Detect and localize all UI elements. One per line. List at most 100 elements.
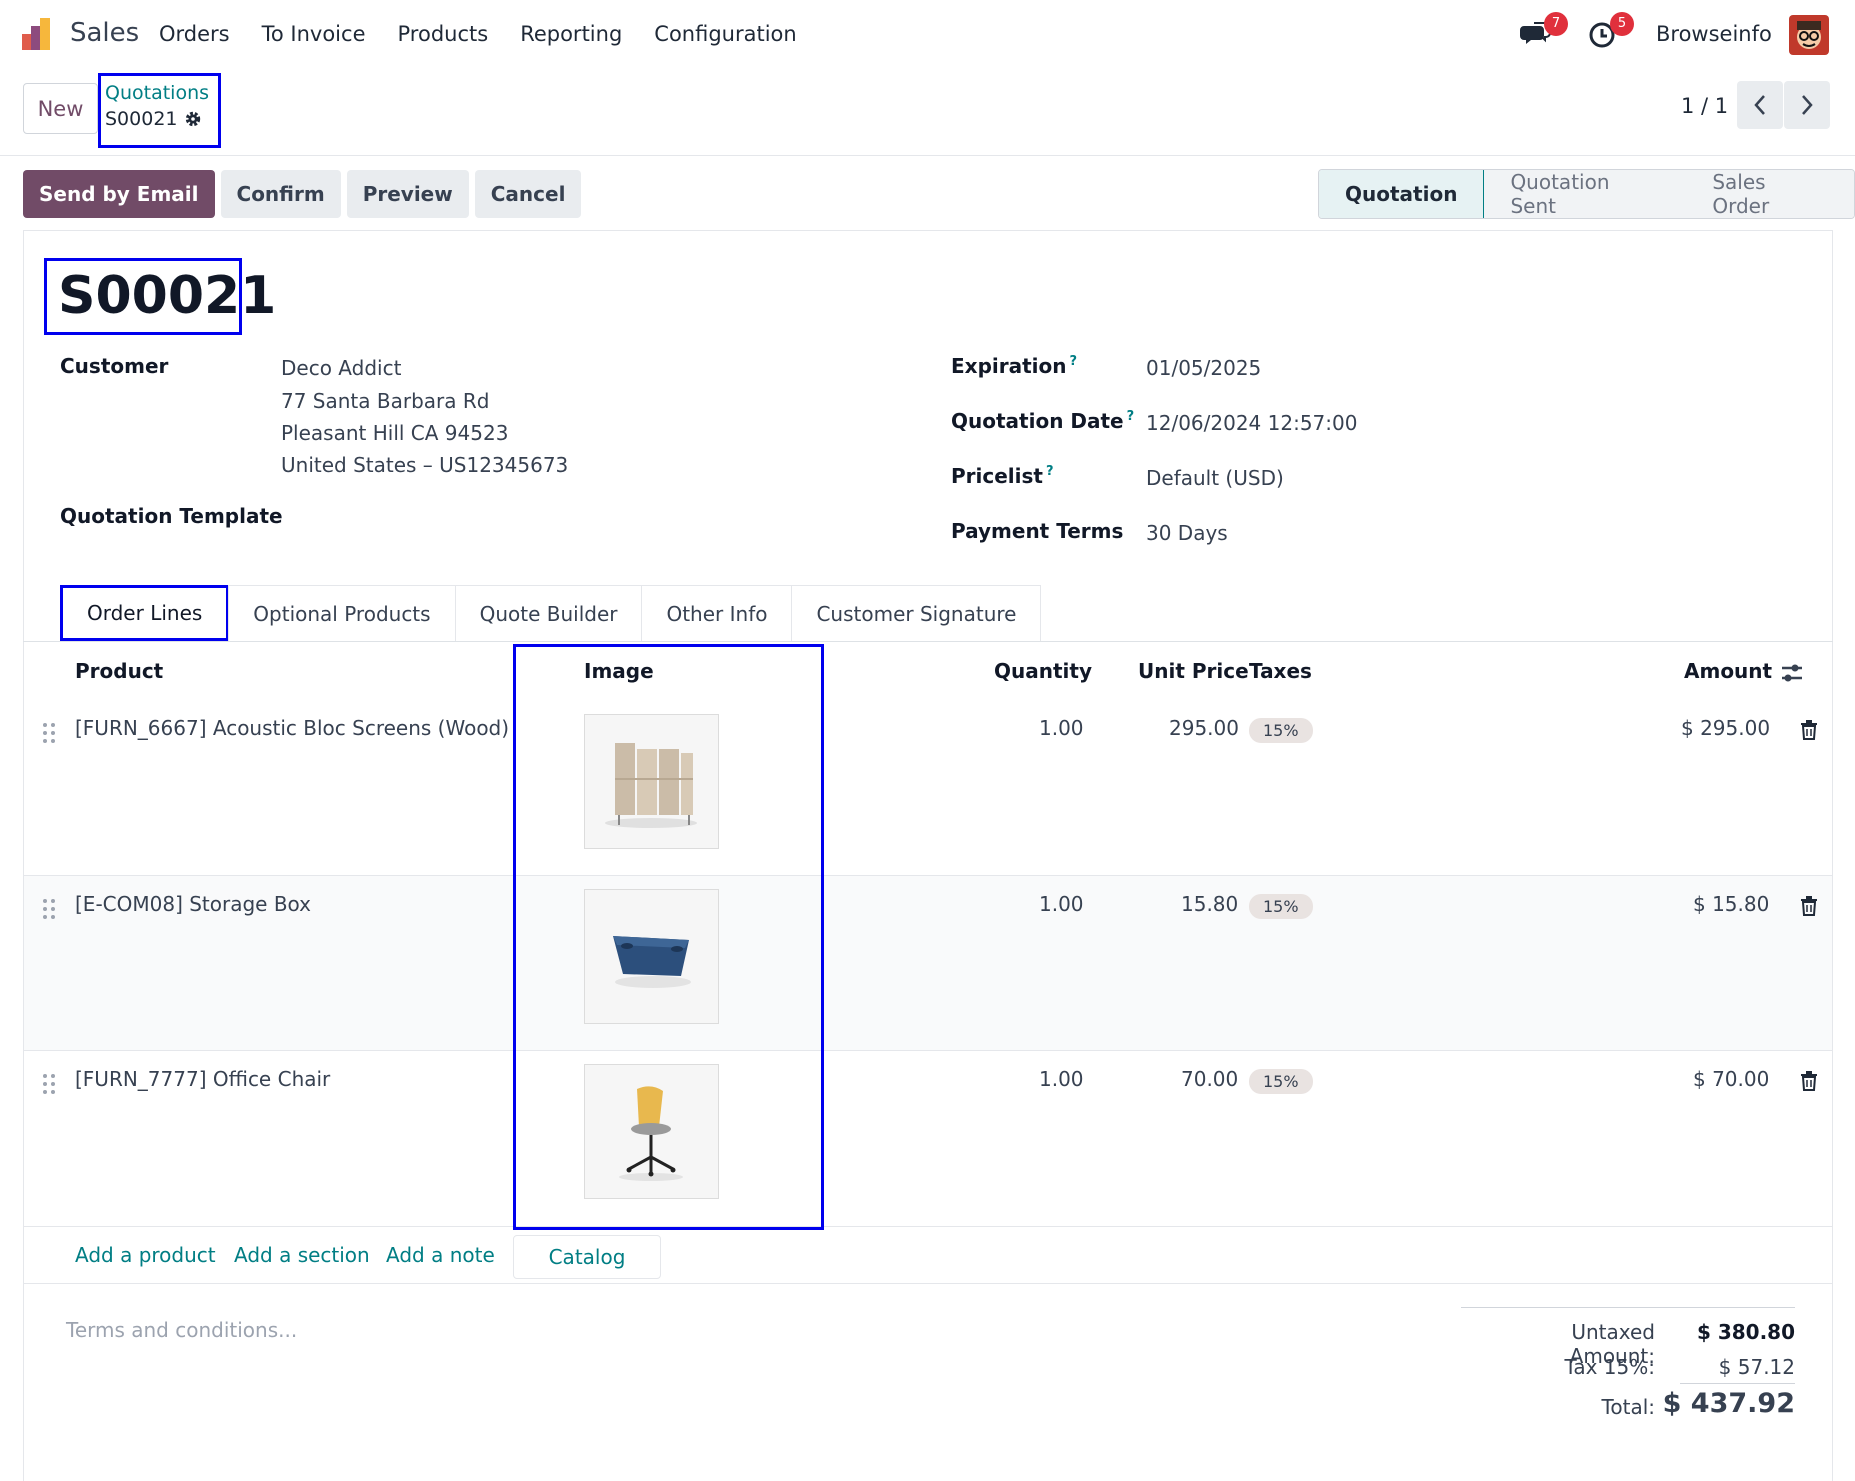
table-row[interactable]: [E-COM08] Storage Box 1.00 15.80 15% $ 1…	[24, 876, 1832, 1051]
preview-button[interactable]: Preview	[346, 170, 469, 218]
table-row[interactable]: [FURN_6667] Acoustic Bloc Screens (Wood)…	[24, 690, 1832, 876]
stage-quotation-sent[interactable]: Quotation Sent	[1484, 170, 1687, 218]
chevron-right-icon	[1802, 95, 1813, 115]
tab-order-lines[interactable]: Order Lines	[60, 585, 230, 641]
order-name: S00021	[58, 266, 277, 326]
messages-badge: 7	[1544, 12, 1568, 36]
pricelist-value[interactable]: Default (USD)	[1146, 466, 1284, 490]
confirm-button[interactable]: Confirm	[220, 170, 341, 218]
drag-handle-icon[interactable]	[42, 1073, 56, 1095]
optional-columns-icon[interactable]	[1780, 662, 1804, 684]
breadcrumb-quotations-link[interactable]: Quotations	[105, 82, 209, 104]
trash-icon[interactable]	[1800, 1071, 1818, 1091]
tab-optional-products[interactable]: Optional Products	[228, 585, 456, 641]
pager-next-button[interactable]	[1784, 81, 1830, 129]
company-switcher[interactable]: Browseinfo	[1656, 22, 1772, 46]
quantity-cell[interactable]: 1.00	[1039, 716, 1084, 740]
tax-badge[interactable]: 15%	[1249, 718, 1313, 743]
unit-price-cell[interactable]: 15.80	[1181, 892, 1238, 916]
customer-label: Customer	[60, 354, 169, 378]
add-section-link[interactable]: Add a section	[234, 1243, 370, 1267]
menu-configuration[interactable]: Configuration	[654, 22, 796, 46]
user-avatar[interactable]	[1789, 15, 1829, 55]
column-amount[interactable]: Amount	[1684, 659, 1772, 683]
tab-quote-builder[interactable]: Quote Builder	[454, 585, 643, 641]
avatar-icon	[1789, 15, 1829, 55]
main-menu: Orders To Invoice Products Reporting Con…	[159, 22, 797, 46]
top-navbar: Sales Orders To Invoice Products Reporti…	[0, 0, 1855, 72]
tax-amount-value: $ 57.12	[1718, 1355, 1795, 1379]
customer-street: 77 Santa Barbara Rd	[281, 389, 490, 413]
unit-price-cell[interactable]: 70.00	[1181, 1067, 1238, 1091]
quotation-template-label: Quotation Template	[60, 504, 283, 528]
product-name[interactable]: [FURN_6667] Acoustic Bloc Screens (Wood)	[75, 716, 509, 740]
quotation-date-help-icon[interactable]: ?	[1127, 409, 1135, 424]
tab-customer-signature[interactable]: Customer Signature	[791, 585, 1042, 641]
trash-icon[interactable]	[1800, 720, 1818, 740]
customer-name[interactable]: Deco Addict	[281, 356, 401, 380]
new-button[interactable]: New	[23, 83, 98, 134]
drag-handle-icon[interactable]	[42, 722, 56, 744]
table-row[interactable]: [FURN_7777] Office Chair 1.00 70.00 15% …	[24, 1051, 1832, 1227]
amount-cell: $ 15.80	[1693, 892, 1770, 916]
add-product-link[interactable]: Add a product	[75, 1243, 216, 1267]
totals-divider	[1461, 1307, 1795, 1308]
quotation-date-value[interactable]: 12/06/2024 12:57:00	[1146, 411, 1357, 435]
trash-icon[interactable]	[1800, 896, 1818, 916]
add-note-link[interactable]: Add a note	[386, 1243, 495, 1267]
total-label: Total:	[1601, 1395, 1655, 1419]
payment-terms-label: Payment Terms	[951, 519, 1124, 543]
app-name[interactable]: Sales	[70, 18, 139, 48]
activities-badge: 5	[1610, 12, 1634, 36]
pager-previous-button[interactable]	[1737, 81, 1783, 129]
payment-terms-value[interactable]: 30 Days	[1146, 521, 1228, 545]
menu-orders[interactable]: Orders	[159, 22, 230, 46]
column-product[interactable]: Product	[75, 659, 163, 683]
column-quantity[interactable]: Quantity	[994, 659, 1092, 683]
drag-handle-icon[interactable]	[42, 898, 56, 920]
pager-value[interactable]: 1 / 1	[1681, 94, 1728, 118]
column-taxes[interactable]: Taxes	[1249, 659, 1312, 683]
stage-quotation[interactable]: Quotation	[1319, 170, 1485, 218]
product-name[interactable]: [FURN_7777] Office Chair	[75, 1067, 330, 1091]
expiration-label: Expiration?	[951, 354, 1077, 378]
terms-conditions-field[interactable]: Terms and conditions...	[66, 1318, 297, 1342]
catalog-button[interactable]: Catalog	[513, 1235, 661, 1279]
unit-price-cell[interactable]: 295.00	[1169, 716, 1239, 740]
amount-cell: $ 70.00	[1693, 1067, 1770, 1091]
cancel-button[interactable]: Cancel	[474, 170, 582, 218]
quantity-cell[interactable]: 1.00	[1039, 1067, 1084, 1091]
control-panel: New Quotations S00021 1 / 1	[0, 72, 1855, 156]
customer-city: Pleasant Hill CA 94523	[281, 421, 509, 445]
expiration-help-icon[interactable]: ?	[1070, 354, 1078, 369]
menu-to-invoice[interactable]: To Invoice	[262, 22, 366, 46]
gear-icon[interactable]	[184, 110, 202, 128]
tab-other-info[interactable]: Other Info	[641, 585, 793, 641]
app-logo-icon[interactable]	[20, 16, 56, 52]
product-name[interactable]: [E-COM08] Storage Box	[75, 892, 311, 916]
column-unit-price[interactable]: Unit Price	[1138, 659, 1249, 683]
total-divider	[1680, 1383, 1795, 1384]
quotation-date-label-text: Quotation Date	[951, 409, 1124, 433]
total-value: $ 437.92	[1662, 1388, 1795, 1419]
amount-cell: $ 295.00	[1681, 716, 1771, 740]
quotation-date-label: Quotation Date?	[951, 409, 1134, 433]
expiration-label-text: Expiration	[951, 354, 1067, 378]
stage-sales-order[interactable]: Sales Order	[1686, 170, 1854, 218]
quantity-cell[interactable]: 1.00	[1039, 892, 1084, 916]
menu-products[interactable]: Products	[398, 22, 489, 46]
breadcrumb-current: S00021	[105, 108, 202, 130]
expiration-value[interactable]: 01/05/2025	[1146, 356, 1261, 380]
image-column-highlight	[513, 644, 824, 1230]
breadcrumb-current-label: S00021	[105, 108, 178, 130]
send-by-email-button[interactable]: Send by Email	[23, 170, 215, 218]
pricelist-help-icon[interactable]: ?	[1046, 464, 1054, 479]
messages-button[interactable]: 7	[1520, 12, 1568, 52]
untaxed-amount-value: $ 380.80	[1696, 1320, 1795, 1344]
tax-badge[interactable]: 15%	[1249, 1069, 1313, 1094]
pricelist-label: Pricelist?	[951, 464, 1054, 488]
activities-button[interactable]: 5	[1586, 12, 1634, 52]
tax-badge[interactable]: 15%	[1249, 894, 1313, 919]
pricelist-label-text: Pricelist	[951, 464, 1043, 488]
menu-reporting[interactable]: Reporting	[520, 22, 622, 46]
